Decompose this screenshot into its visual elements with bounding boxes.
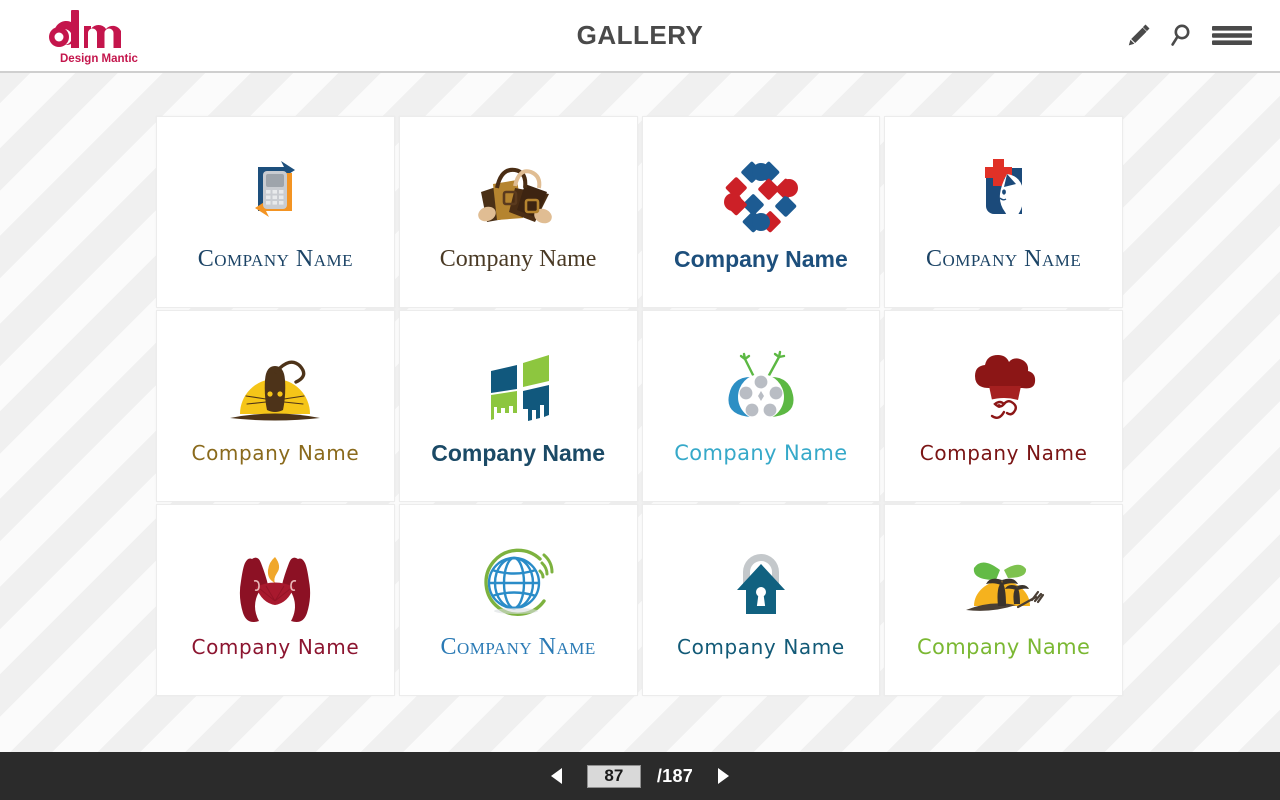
- logo-card[interactable]: Company Name: [884, 504, 1123, 696]
- header-actions: [1124, 20, 1254, 55]
- logo-card[interactable]: Company Name: [398, 504, 638, 696]
- mobile-sync-icon: [232, 153, 318, 239]
- logo-company-name: Company Name: [431, 439, 606, 466]
- globe-signal-icon: [470, 541, 566, 627]
- logo-company-name: Company Name: [197, 246, 353, 272]
- house-lock-icon: [723, 543, 799, 629]
- logo-card[interactable]: Company Name: [156, 310, 395, 502]
- menu-icon[interactable]: [1210, 20, 1254, 55]
- logo-grid: Company Name Company Name Company Name C…: [156, 116, 1127, 698]
- tropical-fork-icon: [952, 543, 1056, 629]
- page-title: GALLERY: [576, 20, 704, 50]
- handbags-icon: [463, 153, 573, 239]
- logo-company-name: Company Name: [191, 441, 360, 465]
- pager: /187: [543, 764, 737, 788]
- logo-company-name: Company Name: [916, 634, 1091, 659]
- logo-card[interactable]: Company Name: [156, 116, 395, 308]
- vet-cat-cross-icon: [964, 153, 1044, 239]
- tv-reel-icon: [709, 349, 813, 435]
- search-icon[interactable]: [1168, 20, 1196, 55]
- logo-card[interactable]: Company Name: [641, 310, 881, 502]
- page-number-input[interactable]: [586, 764, 641, 788]
- logo-card[interactable]: Company Name: [156, 504, 395, 696]
- pagination-bar: /187: [0, 752, 1280, 800]
- logo-card[interactable]: Company Name: [641, 116, 881, 308]
- logo-card[interactable]: Company Name: [641, 504, 881, 696]
- prev-page-button[interactable]: [543, 764, 571, 788]
- logo-company-name: Company Name: [919, 441, 1088, 465]
- hands-flame-icon: [220, 543, 330, 629]
- diamond-weave-icon: [715, 154, 807, 240]
- logo-company-name: Company Name: [677, 635, 845, 659]
- chevron-left-icon: [550, 768, 562, 784]
- chevron-right-icon: [718, 768, 730, 784]
- brand-name: Design Mantic: [60, 53, 139, 65]
- chef-icon: [963, 349, 1045, 435]
- next-page-button[interactable]: [709, 764, 737, 788]
- logo-card[interactable]: Company Name: [884, 116, 1123, 308]
- logo-company-name: Company Name: [673, 245, 848, 272]
- logo-company-name: Company Name: [440, 634, 596, 660]
- logo-company-name: Company Name: [439, 246, 597, 272]
- logo-company-name: Company Name: [674, 440, 848, 465]
- logo-company-name: Company Name: [926, 246, 1082, 272]
- window-panes-icon: [475, 348, 561, 434]
- logo-card[interactable]: Company Name: [398, 116, 638, 308]
- logo-company-name: Company Name: [191, 635, 360, 659]
- cat-sunset-icon: [220, 349, 330, 435]
- total-pages-label: /187: [656, 765, 694, 786]
- gallery-stage: Company Name Company Name Company Name C…: [0, 73, 1280, 752]
- app-header: Design Mantic GALLERY: [0, 0, 1280, 73]
- logo-card[interactable]: Company Name: [398, 310, 638, 502]
- logo-card[interactable]: Company Name: [884, 310, 1123, 502]
- edit-icon[interactable]: [1124, 20, 1154, 55]
